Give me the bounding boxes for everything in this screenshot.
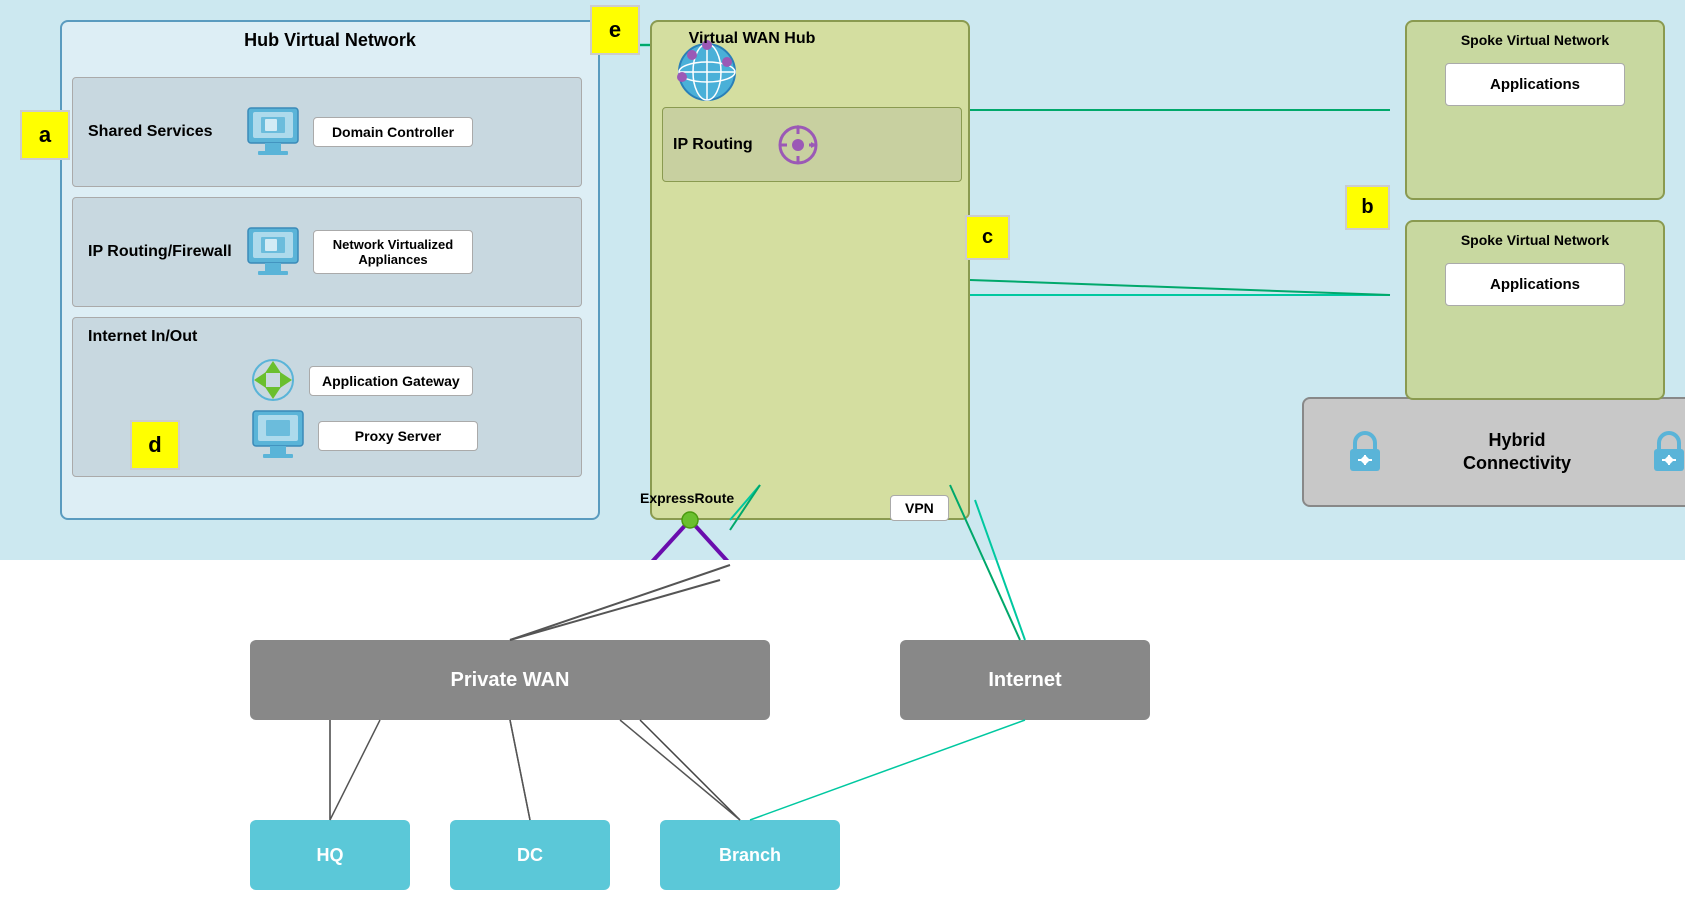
vwan-area: Virtual WAN Hub IP Routing HybridConnect…	[650, 20, 970, 520]
vwan-title: Virtual WAN Hub	[652, 30, 852, 48]
spoke-vnet-1-title: Spoke Virtual Network	[1407, 22, 1663, 53]
badge-a: a	[20, 110, 70, 160]
shared-services-label: Shared Services	[73, 123, 233, 141]
spoke-vnet-2: Spoke Virtual Network Applications	[1405, 220, 1665, 400]
spoke-vnet-2-app: Applications	[1445, 263, 1625, 306]
spoke-vnet-2-title: Spoke Virtual Network	[1407, 222, 1663, 253]
branch-box: Branch	[660, 820, 840, 890]
proxy-monitor-icon	[248, 408, 308, 463]
internet-inout-label: Internet In/Out	[88, 328, 197, 346]
dc-box: DC	[450, 820, 610, 890]
lock-icon-right	[1644, 427, 1685, 477]
ip-routing-firewall-label: IP Routing/Firewall	[73, 243, 233, 261]
domain-controller-box: Domain Controller	[313, 117, 473, 147]
app-gateway-icon	[246, 353, 301, 408]
ip-routing-label: IP Routing	[673, 136, 753, 154]
shared-services-monitor-icon	[243, 105, 303, 160]
badge-d: d	[130, 420, 180, 470]
ip-routing-box: IP Routing	[662, 107, 962, 182]
hub-vnet-title: Hub Virtual Network	[244, 30, 416, 51]
routing-icon	[773, 120, 823, 170]
lock-icon-left	[1340, 427, 1390, 477]
badge-c: c	[965, 215, 1010, 260]
hybrid-connectivity-label: HybridConnectivity	[1463, 429, 1571, 476]
ip-routing-monitor-icon	[243, 225, 303, 280]
branch-label: Branch	[719, 845, 781, 866]
dc-label: DC	[517, 845, 543, 866]
app-gateway-box: Application Gateway	[309, 366, 473, 396]
proxy-server-box: Proxy Server	[318, 421, 478, 451]
private-wan-label: Private WAN	[451, 669, 570, 692]
spoke-vnet-1-app: Applications	[1445, 63, 1625, 106]
ip-routing-firewall-row: IP Routing/Firewall Network VirtualizedA…	[72, 197, 582, 307]
shared-services-row: Shared Services Domain Controller	[72, 77, 582, 187]
badge-e: e	[590, 5, 640, 55]
internet-box: Internet	[900, 640, 1150, 720]
vpn-box: VPN	[890, 495, 949, 521]
internet-label: Internet	[988, 669, 1061, 692]
hq-box: HQ	[250, 820, 410, 890]
hq-label: HQ	[317, 845, 344, 866]
spoke-vnet-1: Spoke Virtual Network Applications	[1405, 20, 1665, 200]
hybrid-connectivity-box: HybridConnectivity	[1302, 397, 1685, 507]
badge-b: b	[1345, 185, 1390, 230]
expressroute-label: ExpressRoute	[640, 490, 734, 506]
private-wan-box: Private WAN	[250, 640, 770, 720]
network-virtualized-box: Network VirtualizedAppliances	[313, 230, 473, 274]
